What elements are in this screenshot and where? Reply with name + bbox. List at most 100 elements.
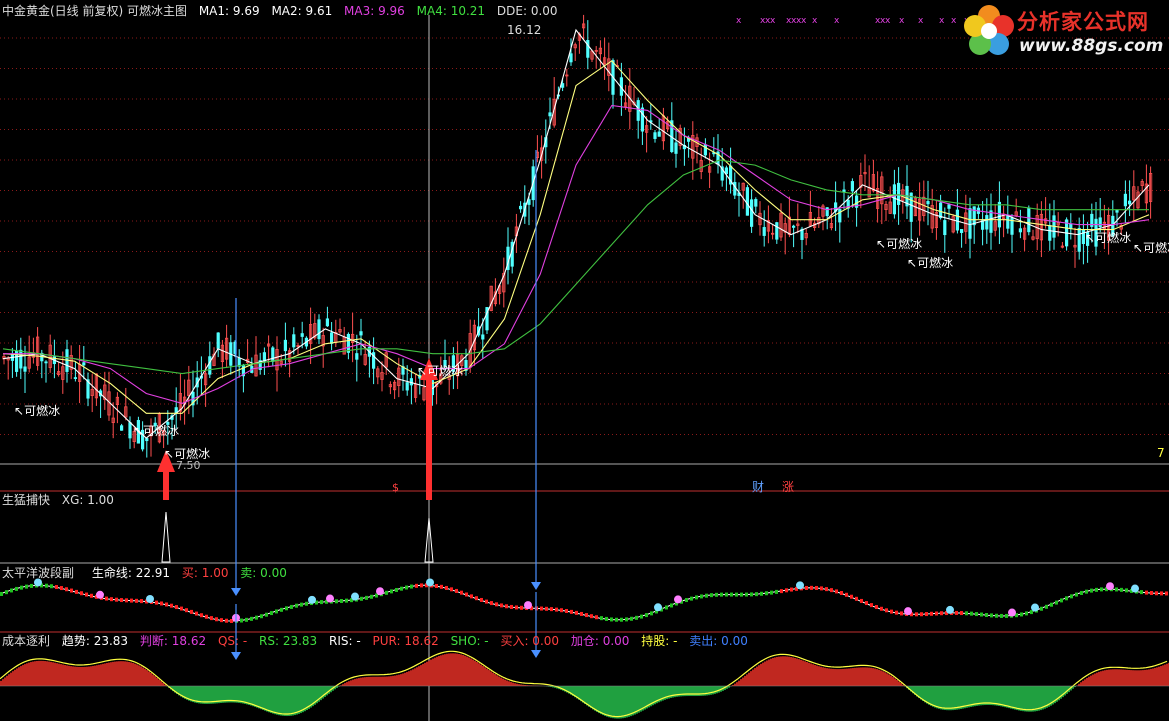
flower-logo-icon [964, 5, 1014, 55]
wave-dot [645, 613, 648, 618]
cost-area-bar [952, 686, 954, 711]
signal-label-7: ↖可燃冰 [1085, 231, 1132, 245]
wave-signal-icon [426, 578, 434, 587]
cost-area-bar [436, 656, 438, 686]
wave-dot [710, 593, 713, 598]
wave-dot [560, 608, 563, 613]
candle-body [23, 366, 27, 372]
cost-area-bar [90, 666, 92, 686]
cost-area-bar [460, 654, 462, 686]
cost-area-bar [616, 686, 618, 719]
cost-area-bar [510, 682, 512, 686]
wave-dot [790, 587, 793, 592]
cost-area-bar [240, 686, 242, 704]
cost-area-bar [872, 668, 874, 686]
cost-area-bar [358, 678, 360, 686]
wave-dot [30, 583, 33, 588]
cost-area-bar [296, 686, 298, 715]
candle-body [1123, 193, 1127, 207]
cost-area-bar [282, 686, 284, 716]
cost-area-bar [488, 670, 490, 686]
cost-area-bar [276, 686, 278, 715]
cost-area-bar [946, 686, 948, 711]
wave-dot [405, 585, 408, 590]
cost-area-bar [1006, 686, 1008, 708]
cost-area-bar [284, 686, 286, 716]
cost-area-bar [844, 668, 846, 686]
candle-body [960, 229, 964, 233]
cost-area-bar [742, 677, 744, 686]
cost-area-bar [998, 686, 1000, 706]
cost-area-bar [326, 686, 328, 696]
wave-dot [10, 588, 13, 593]
candle-body [19, 349, 23, 369]
cost-area-bar [638, 686, 640, 713]
wave-signal-icon [96, 590, 104, 599]
cost-area-bar [974, 686, 976, 707]
cost-area-bar [820, 666, 822, 686]
cost-area-bar [430, 659, 432, 686]
cost-area-bar [816, 665, 818, 686]
wave-dot [500, 603, 503, 608]
cost-area-bar [834, 669, 836, 686]
cost-area-bar [838, 669, 840, 686]
cost-area-bar [990, 686, 992, 706]
wave-dot [595, 615, 598, 620]
blue-arrow-head [531, 582, 541, 590]
cost-area-bar [404, 672, 406, 686]
candle-body [325, 318, 330, 327]
cost-area-bar [642, 686, 644, 711]
cost-area-bar [950, 686, 952, 711]
cost-area-bar [944, 686, 946, 711]
wave-dot [1055, 600, 1058, 605]
cost-area-bar [204, 686, 206, 704]
cost-area-bar [470, 658, 472, 686]
cost-area-bar [754, 668, 756, 686]
wave-dot [850, 594, 853, 599]
wave-signal-icon [351, 592, 359, 601]
cost-area-bar [400, 674, 402, 686]
cost-area-bar [98, 664, 100, 686]
wave-dot [255, 615, 258, 620]
cost-area-bar [200, 686, 202, 704]
wave-dot [565, 608, 568, 613]
cost-area-bar [1104, 670, 1106, 686]
cost-area-bar [252, 686, 254, 707]
cost-area-bar [960, 686, 962, 710]
wave-dot [575, 610, 578, 615]
cost-area-bar [350, 680, 352, 686]
cost-area-bar [840, 669, 842, 686]
cost-area-bar [34, 661, 36, 686]
cost-area-bar [736, 682, 738, 686]
cost-area-bar [984, 686, 986, 706]
cost-area-bar [256, 686, 258, 708]
wave-dot [395, 587, 398, 592]
candle-body [674, 142, 678, 154]
cost-area-bar [406, 672, 408, 686]
cai-marker: 财 [752, 480, 765, 494]
wave-dot [670, 603, 673, 608]
candle-body [569, 53, 573, 63]
cost-area-bar [892, 677, 894, 686]
cost-area-bar [594, 686, 596, 711]
cost-area-bar [468, 657, 470, 686]
wave-dot [750, 592, 753, 597]
cost-area-bar [474, 660, 476, 686]
cost-area-bar [850, 668, 852, 686]
cost-area-bar [8, 674, 10, 686]
ma3-value: MA3: 9.96 [344, 4, 405, 18]
cost-area-bar [106, 663, 108, 686]
cost-area-bar [446, 653, 448, 686]
wave-dot [915, 612, 918, 617]
cost-area-bar [450, 653, 452, 686]
cost-area-bar [934, 686, 936, 708]
cost-area-bar [116, 661, 118, 686]
cost-area-bar [1064, 686, 1066, 696]
cost-area-bar [880, 670, 882, 686]
cost-area-bar [626, 686, 628, 718]
wave-dot [1095, 587, 1098, 592]
panel3-sell-out: 卖出: 0.00 [689, 634, 748, 648]
cost-area-bar [4, 677, 6, 686]
cost-area-bar [966, 686, 968, 708]
wave-dot [650, 611, 653, 616]
